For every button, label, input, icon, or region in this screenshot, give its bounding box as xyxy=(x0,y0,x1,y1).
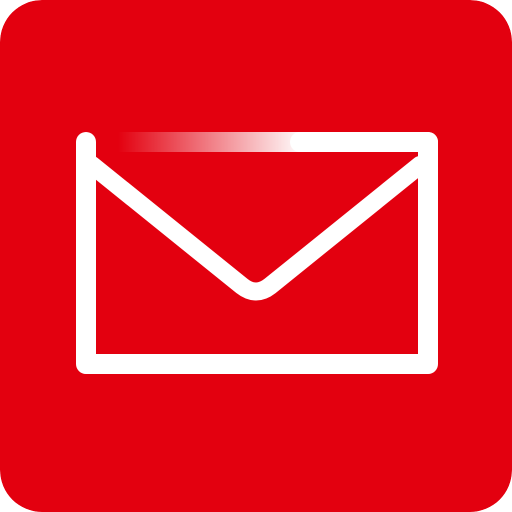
envelope-top-fade xyxy=(118,132,304,152)
envelope-icon xyxy=(0,0,512,512)
mail-app-icon[interactable] xyxy=(0,0,512,512)
